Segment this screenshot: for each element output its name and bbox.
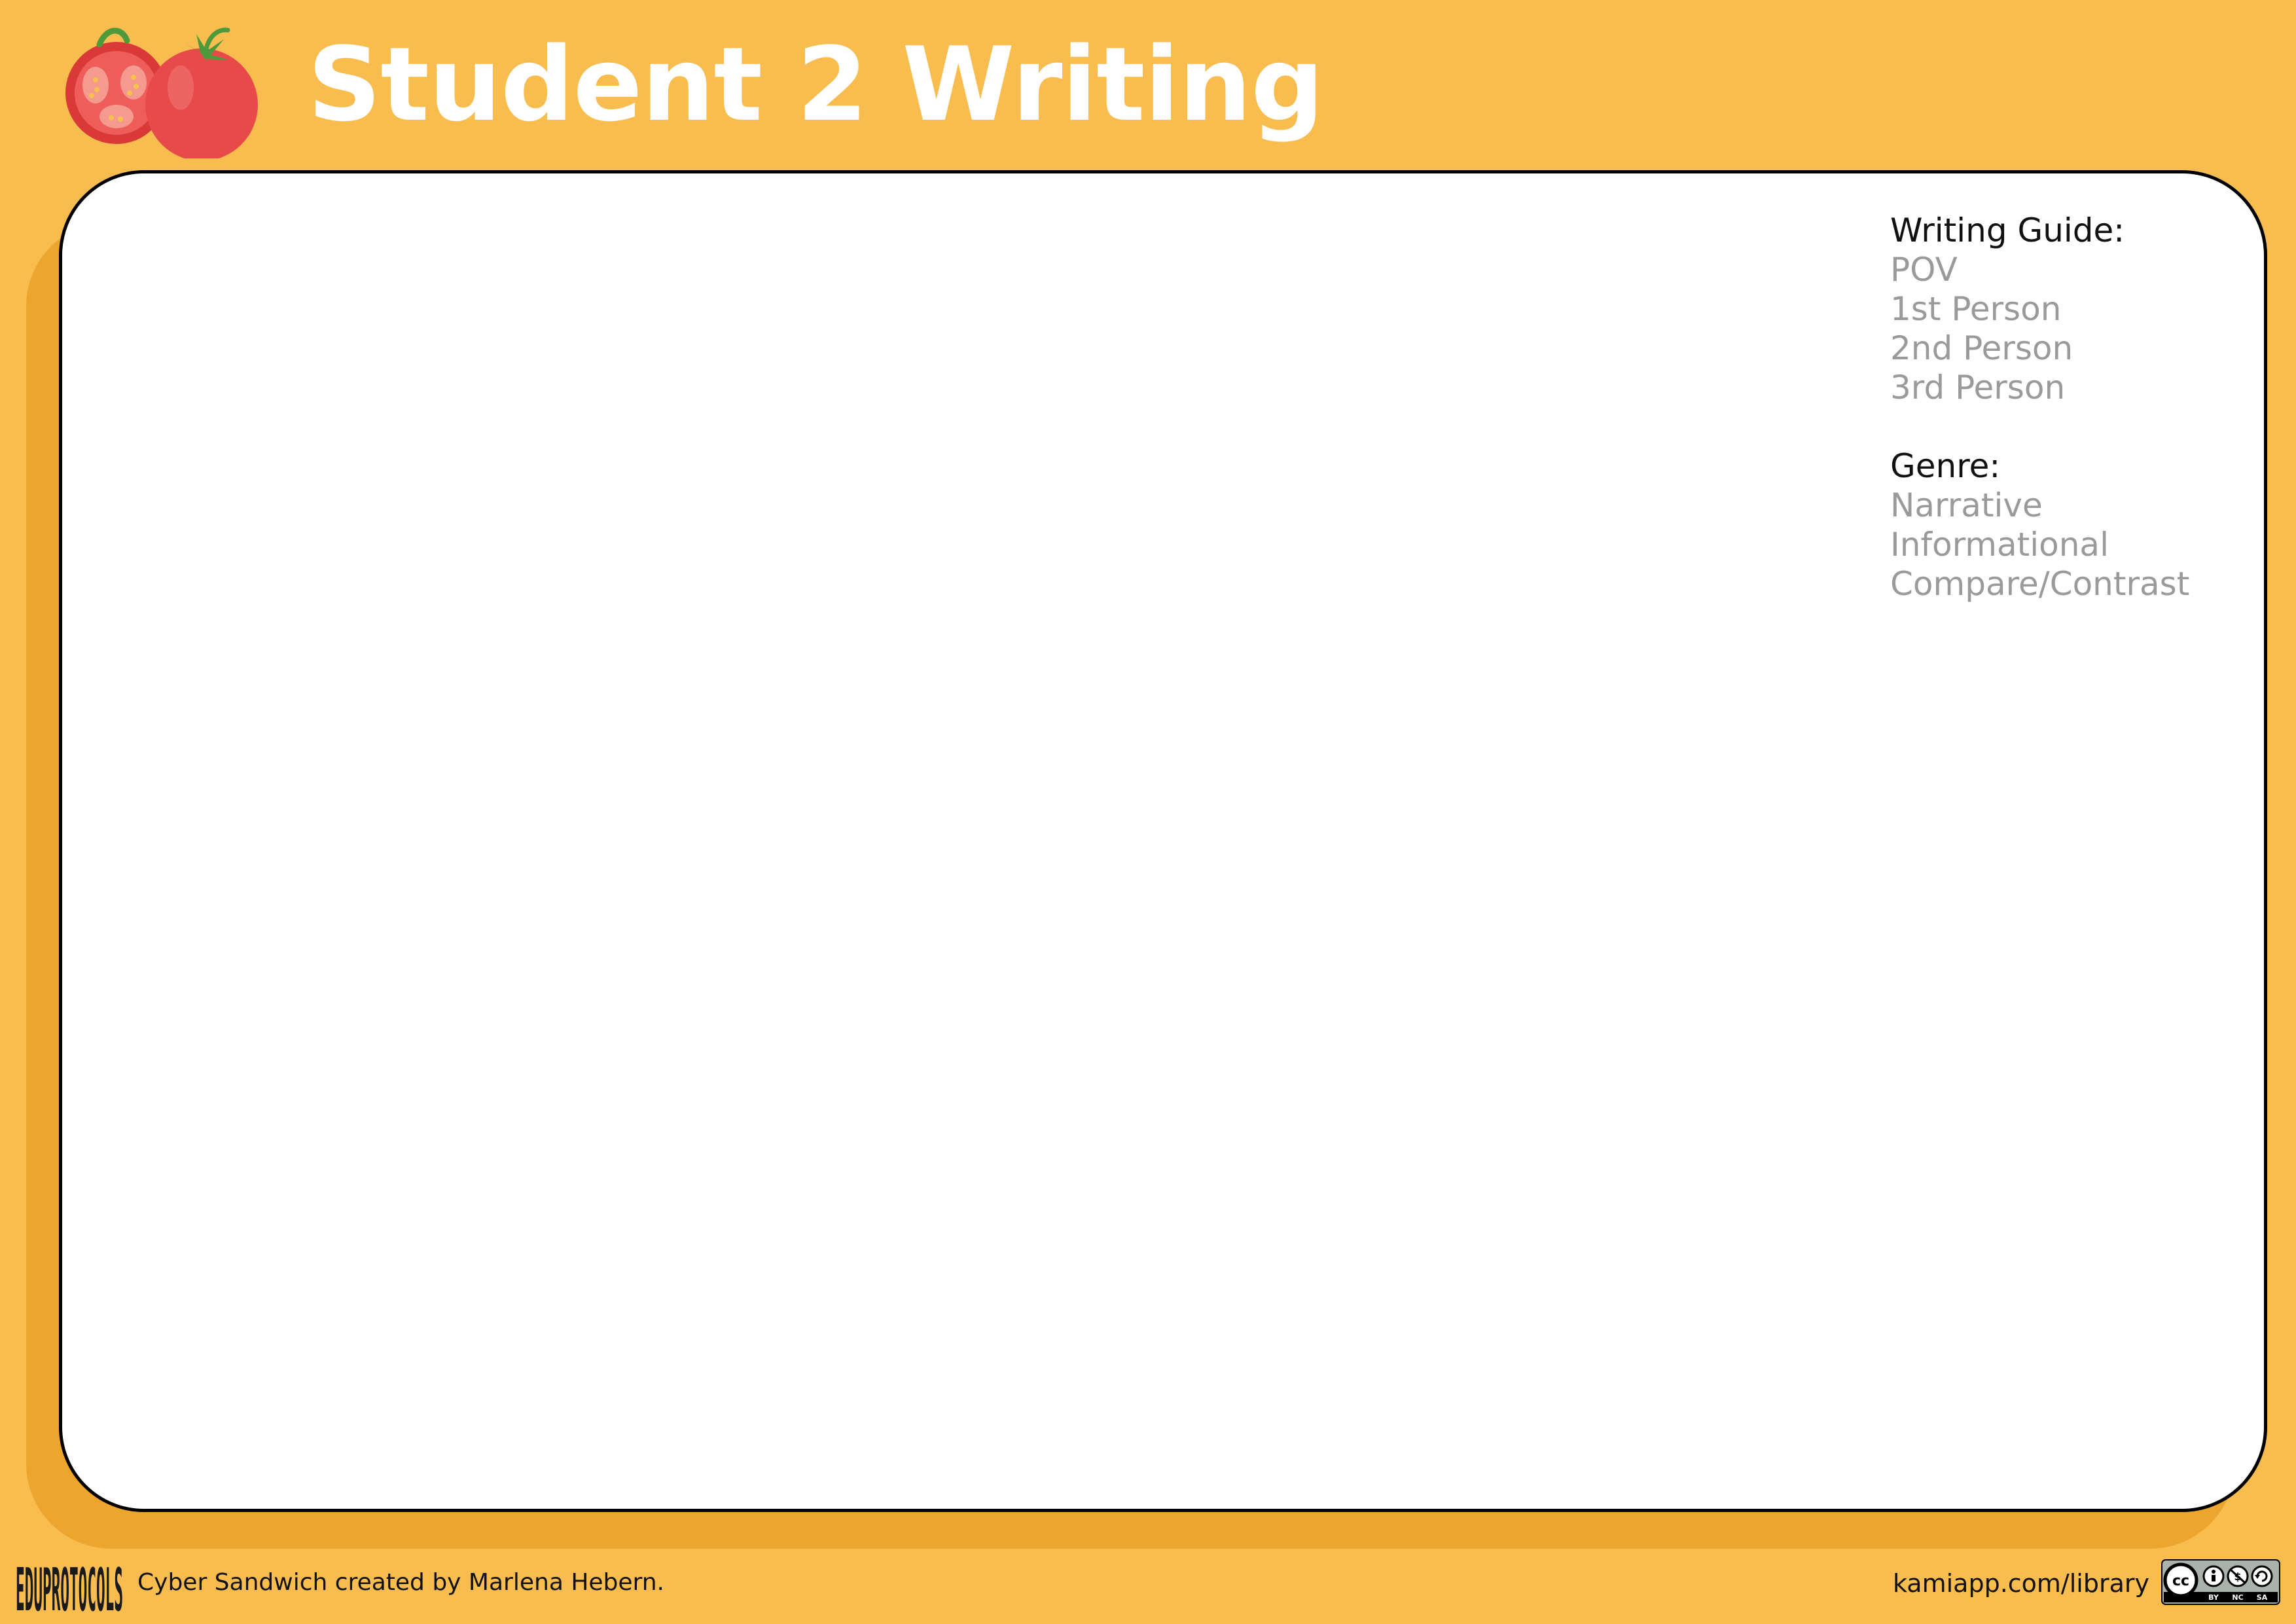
writing-guide-heading: Writing Guide: <box>1890 211 2125 249</box>
sa-icon <box>2251 1565 2273 1587</box>
cc-mark: cc <box>2172 1573 2189 1589</box>
nc-label: NC <box>2232 1593 2243 1602</box>
guide-spacer <box>1890 407 2189 446</box>
guide-item-1st-person: 1st Person <box>1890 290 2062 328</box>
by-icon <box>2202 1565 2225 1587</box>
cc-license-badge: cc $ BY NC SA <box>2161 1559 2280 1605</box>
guide-item-3rd-person: 3rd Person <box>1890 369 2066 406</box>
footer-url-link[interactable]: kamiapp.com/library <box>1893 1569 2149 1598</box>
guide-item-pov: POV <box>1890 251 1958 289</box>
eduprotocols-logo: EDUPROTOCOLS <box>16 1556 123 1615</box>
genre-item-compare-contrast: Compare/Contrast <box>1890 565 2190 603</box>
logo-text: EDUPROTOCOLS <box>16 1556 123 1615</box>
writing-guide-panel: Writing Guide: POV 1st Person 2nd Person… <box>1890 211 2189 604</box>
sa-label: SA <box>2257 1593 2268 1602</box>
tomato-icon <box>65 27 258 158</box>
genre-item-informational: Informational <box>1890 526 2109 564</box>
page-title: Student 2 Writing <box>308 25 1324 144</box>
genre-heading: Genre: <box>1890 447 2001 485</box>
nc-icon: $ <box>2227 1565 2249 1587</box>
guide-item-2nd-person: 2nd Person <box>1890 329 2073 367</box>
genre-item-narrative: Narrative <box>1890 486 2043 524</box>
by-label: BY <box>2208 1593 2219 1602</box>
footer-credit: Cyber Sandwich created by Marlena Hebern… <box>137 1569 664 1596</box>
